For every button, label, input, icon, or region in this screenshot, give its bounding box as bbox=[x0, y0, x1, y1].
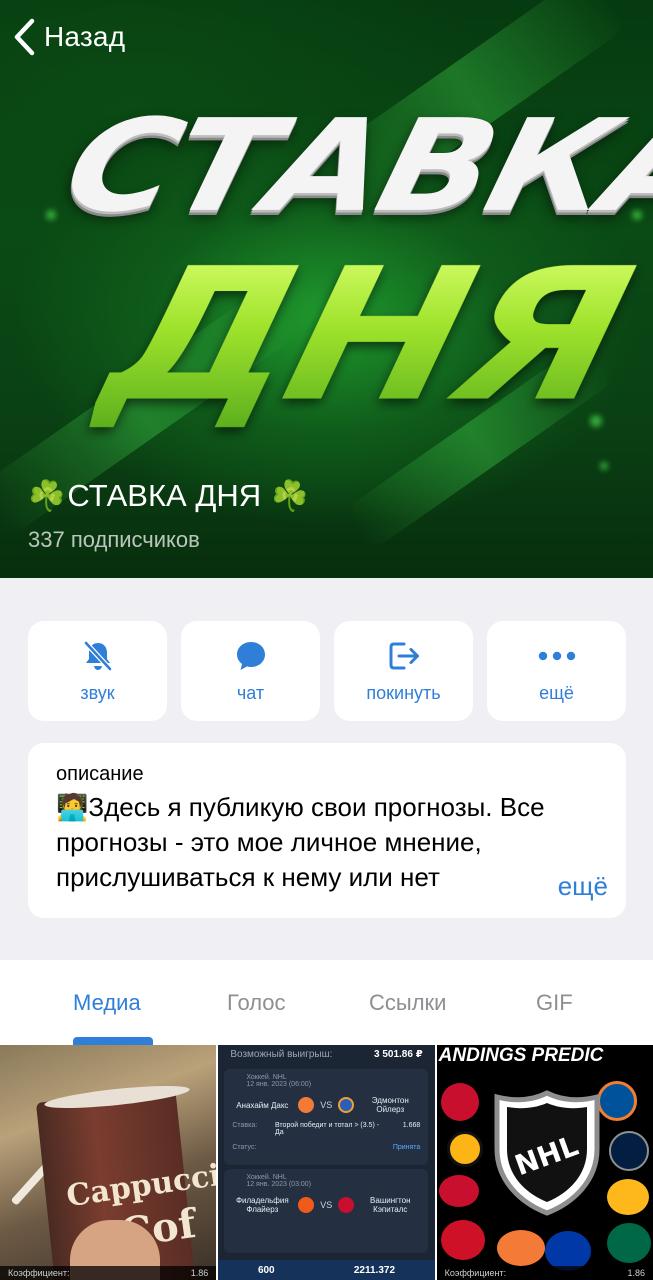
channel-actions: звук чат покинуть ещё bbox=[28, 621, 626, 721]
redwings-logo-icon bbox=[440, 1220, 485, 1260]
team-home: Анахайм Дакс bbox=[236, 1100, 289, 1110]
description-body: Здесь я публикую свои прогнозы. Все прог… bbox=[56, 792, 545, 892]
description-title: описание bbox=[56, 763, 144, 785]
more-dots-icon bbox=[537, 639, 577, 673]
media-thumbnail-bet-slip[interactable]: Возможный выигрыш: 3 501.86 ₽ Хоккей. NH… bbox=[218, 1045, 435, 1280]
more-button[interactable]: ещё bbox=[487, 621, 626, 721]
bet-match: Анахайм Дакс VS Эдмонтон Ойлерз bbox=[232, 1096, 420, 1114]
team-logo-icon bbox=[440, 1083, 479, 1121]
channel-header-hero: СТАВКА ДНЯ Назад ☘️ СТАВКА ДНЯ ☘️ 337 по… bbox=[0, 0, 653, 578]
bet-league: Хоккей. NHL bbox=[246, 1074, 287, 1081]
thumbnail-caption: Коэффициент: 1.86 bbox=[0, 1266, 217, 1280]
tab-links[interactable]: Ссылки bbox=[369, 990, 446, 1016]
description-more-link[interactable]: ещё bbox=[558, 871, 608, 902]
bet-league: Хоккей. NHL bbox=[246, 1174, 287, 1181]
possible-win-value: 3 501.86 ₽ bbox=[373, 1049, 423, 1060]
tab-voice[interactable]: Голос bbox=[227, 990, 286, 1016]
capitals-logo-icon bbox=[338, 1197, 355, 1213]
vs-label: VS bbox=[320, 1200, 333, 1210]
cover-word-stavka: СТАВКА bbox=[51, 92, 653, 240]
flyers-logo-icon bbox=[298, 1197, 315, 1213]
coef-value: 1.86 bbox=[190, 1268, 209, 1278]
bet-date: 12 янв. 2023 (06:00) bbox=[246, 1081, 312, 1088]
possible-win-label: Возможный выигрыш: bbox=[230, 1049, 333, 1060]
stake-value: 600 bbox=[257, 1264, 275, 1276]
description-card[interactable]: описание 🧑‍💻Здесь я публикую свои прогно… bbox=[28, 743, 626, 918]
channel-title-text: СТАВКА ДНЯ bbox=[67, 478, 262, 513]
max-win-value: 2211.372 bbox=[353, 1264, 396, 1276]
bet-value: Второй победит и тотал > (3.5) - Да bbox=[274, 1122, 380, 1136]
stars-logo-icon bbox=[606, 1223, 651, 1263]
leave-icon bbox=[386, 639, 422, 673]
chat-button[interactable]: чат bbox=[181, 621, 320, 721]
coef-value: 1.86 bbox=[627, 1268, 645, 1278]
rangers-logo-icon bbox=[544, 1231, 591, 1271]
team-away: Эдмонтон Ойлерз bbox=[371, 1096, 409, 1114]
nhl-banner-text: ANDINGS PREDIC bbox=[438, 1045, 604, 1066]
tab-media[interactable]: Медиа bbox=[73, 990, 141, 1016]
media-thumbnail-coffee[interactable]: Cappuccin Cof Коэффициент: 1.86 bbox=[0, 1045, 217, 1280]
status-label: Статус: bbox=[232, 1144, 257, 1151]
ducks-logo-icon bbox=[298, 1097, 315, 1113]
channel-title: ☘️ СТАВКА ДНЯ ☘️ bbox=[28, 478, 308, 514]
chevron-left-icon bbox=[12, 18, 36, 56]
bet-row: Статус: Принята bbox=[232, 1144, 420, 1151]
action-label: звук bbox=[80, 682, 115, 703]
bet-card: Хоккей. NHL 12 янв. 2023 (03:00) Филадел… bbox=[224, 1169, 429, 1253]
bet-match: Филадельфия Флайерз VS Вашингтон Кэпитал… bbox=[232, 1196, 420, 1214]
ducks-logo-icon bbox=[496, 1230, 545, 1266]
leave-button[interactable]: покинуть bbox=[334, 621, 473, 721]
thumbnail-caption: Коэффициент: 1.86 bbox=[436, 1266, 653, 1280]
clover-icon: ☘️ bbox=[28, 479, 66, 513]
media-grid: Cappuccin Cof Коэффициент: 1.86 Возможны… bbox=[0, 1045, 653, 1280]
team-away: Вашингтон Кэпиталс bbox=[370, 1196, 411, 1214]
nhl-shield-logo: NHL bbox=[491, 1089, 603, 1217]
coef-label: Коэффициент: bbox=[444, 1268, 507, 1278]
islanders-logo-icon bbox=[596, 1081, 637, 1121]
action-label: ещё bbox=[539, 682, 574, 703]
cover-word-dnya: ДНЯ bbox=[85, 229, 647, 443]
chat-bubble-icon bbox=[234, 639, 268, 673]
team-home: Филадельфия Флайерз bbox=[235, 1196, 289, 1214]
laptop-person-icon: 🧑‍💻 bbox=[56, 792, 89, 822]
bet-card: Хоккей. NHL 12 янв. 2023 (06:00) Анахайм… bbox=[224, 1069, 429, 1165]
bet-totals: 600 2211.372 bbox=[218, 1260, 435, 1280]
predators-logo-icon bbox=[606, 1179, 649, 1215]
bet-date: 12 янв. 2023 (03:00) bbox=[246, 1181, 312, 1188]
coef-label: Коэффициент: bbox=[8, 1268, 70, 1278]
back-label: Назад bbox=[44, 21, 126, 52]
action-label: покинуть bbox=[366, 682, 441, 703]
jets-logo-icon bbox=[608, 1131, 649, 1171]
tab-gif[interactable]: GIF bbox=[536, 990, 573, 1016]
panthers-logo-icon bbox=[438, 1175, 479, 1207]
media-tabs: Медиа Голос Ссылки GIF bbox=[0, 960, 653, 1045]
bell-slash-icon bbox=[81, 639, 115, 673]
status-value: Принята bbox=[392, 1144, 421, 1151]
oilers-logo-icon bbox=[338, 1097, 355, 1113]
clover-icon: ☘️ bbox=[271, 479, 309, 513]
vs-label: VS bbox=[320, 1100, 333, 1110]
bet-odds: 1.668 bbox=[402, 1122, 421, 1129]
bruins-logo-icon bbox=[446, 1131, 483, 1167]
bet-label: Ставка: bbox=[232, 1122, 258, 1129]
active-tab-indicator bbox=[73, 1037, 153, 1045]
back-button[interactable]: Назад bbox=[12, 18, 125, 56]
subscriber-count: 337 подписчиков bbox=[28, 527, 200, 552]
media-thumbnail-nhl[interactable]: ANDINGS PREDIC NHL Коэффициент: 1.86 bbox=[436, 1045, 653, 1280]
action-label: чат bbox=[236, 682, 265, 703]
description-more-wrap: ещё bbox=[487, 868, 608, 904]
bet-possible-win: Возможный выигрыш: 3 501.86 ₽ bbox=[218, 1045, 434, 1067]
bet-row: Ставка: Второй победит и тотал > (3.5) -… bbox=[232, 1122, 420, 1136]
mute-button[interactable]: звук bbox=[28, 621, 167, 721]
